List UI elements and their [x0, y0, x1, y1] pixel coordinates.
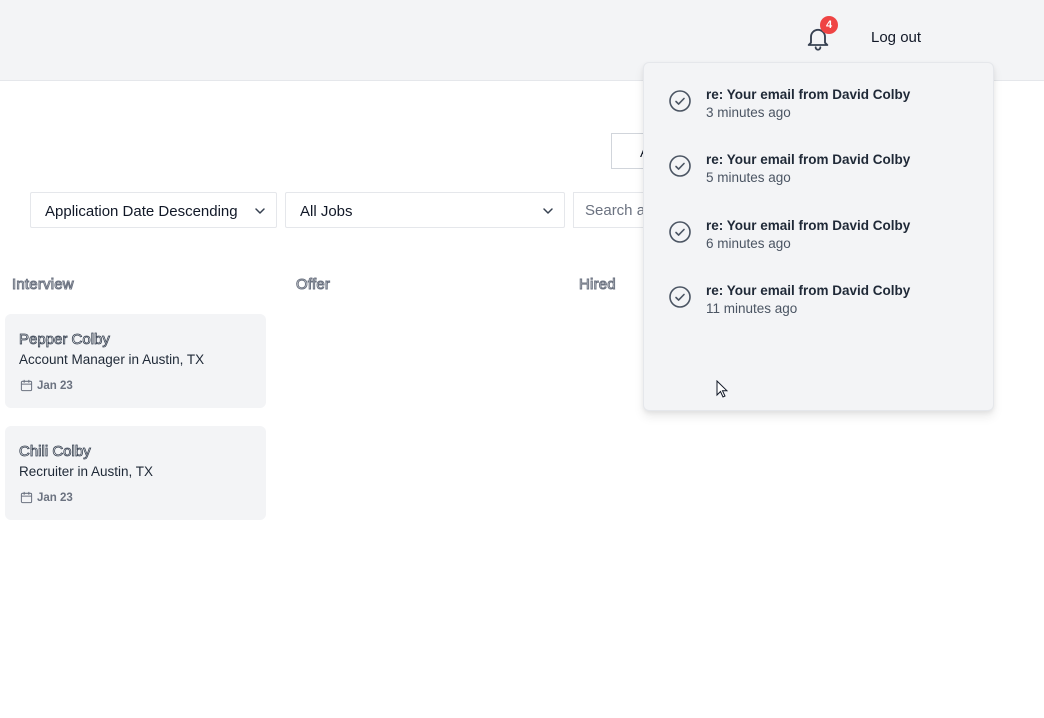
notification-title: re: Your email from David Colby — [706, 283, 911, 298]
calendar-icon — [20, 491, 33, 504]
notification-item[interactable]: re: Your email from David Colby 5 minute… — [668, 152, 968, 192]
column-title-offer: Offer — [295, 276, 331, 294]
check-circle-icon — [669, 221, 691, 243]
sort-select-value: Application Date Descending — [45, 203, 238, 220]
notifications-dropdown: re: Your email from David Colby 3 minute… — [643, 62, 994, 411]
sort-select[interactable]: Application Date Descending — [30, 192, 277, 228]
notification-time: 6 minutes ago — [706, 236, 791, 251]
applicant-role: Recruiter in Austin, TX — [19, 464, 154, 479]
notification-item[interactable]: re: Your email from David Colby 11 minut… — [668, 283, 968, 323]
notification-title: re: Your email from David Colby — [706, 152, 911, 167]
notification-item[interactable]: re: Your email from David Colby 3 minute… — [668, 87, 968, 127]
notification-time: 5 minutes ago — [706, 170, 791, 185]
applicant-name: Pepper Colby — [19, 331, 111, 349]
notification-time: 11 minutes ago — [706, 301, 798, 316]
applicant-name: Chili Colby — [19, 443, 91, 461]
column-title-hired: Hired — [579, 276, 617, 294]
notification-time: 3 minutes ago — [706, 105, 791, 120]
notification-count-badge: 4 — [820, 16, 838, 34]
mouse-cursor-icon — [716, 380, 728, 398]
column-title-interview: Interview — [12, 276, 75, 294]
jobs-select-value: All Jobs — [300, 203, 353, 220]
calendar-icon — [20, 379, 33, 392]
chevron-down-icon — [255, 208, 265, 214]
check-circle-icon — [669, 90, 691, 112]
notification-title: re: Your email from David Colby — [706, 218, 911, 233]
applicant-date: Jan 23 — [37, 492, 73, 504]
applicant-card[interactable]: Pepper Colby Account Manager in Austin, … — [5, 314, 266, 408]
notification-title: re: Your email from David Colby — [706, 87, 911, 102]
jobs-select[interactable]: All Jobs — [285, 192, 565, 228]
check-circle-icon — [669, 286, 691, 308]
chevron-down-icon — [543, 208, 553, 214]
check-circle-icon — [669, 155, 691, 177]
applicant-card[interactable]: Chili Colby Recruiter in Austin, TX Jan … — [5, 426, 266, 520]
applicant-role: Account Manager in Austin, TX — [19, 352, 205, 367]
logout-link[interactable]: Log out — [871, 29, 921, 46]
applicant-date: Jan 23 — [37, 380, 73, 392]
notification-item[interactable]: re: Your email from David Colby 6 minute… — [668, 218, 968, 258]
